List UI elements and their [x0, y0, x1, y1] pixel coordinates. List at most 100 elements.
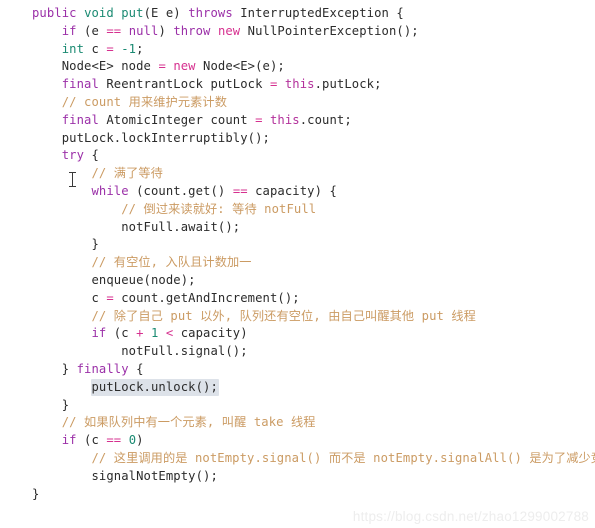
code-token: ) [136, 433, 144, 448]
code-token: { [84, 148, 99, 163]
code-token: final [61, 77, 99, 92]
code-token: throw [173, 23, 211, 38]
code-token: throws [188, 6, 233, 20]
code-token: ReentrantLock putLock [98, 77, 270, 92]
code-line[interactable]: // 满了等待 [0, 165, 595, 183]
code-token: } [32, 237, 99, 252]
code-token: ; [136, 41, 144, 56]
code-line[interactable]: } [0, 397, 595, 415]
code-line[interactable]: if (c + 1 < capacity) [0, 325, 595, 343]
code-token: Node<E> node [32, 59, 159, 74]
code-token: = [158, 59, 166, 74]
code-line[interactable]: // 这里调用的是 notEmpty.signal() 而不是 notEmpty… [0, 450, 595, 468]
code-token: this [270, 112, 300, 127]
code-token: if [61, 433, 77, 448]
code-token: -1 [121, 41, 137, 56]
code-token: InterruptedException { [232, 6, 404, 20]
code-line[interactable]: public void put(E e) throws InterruptedE… [0, 5, 595, 23]
code-token: null [128, 23, 159, 38]
code-token: if [91, 326, 107, 341]
code-token: count.getAndIncrement(); [113, 290, 300, 305]
code-line[interactable]: } [0, 236, 595, 254]
code-line[interactable]: // count 用来维护元素计数 [0, 94, 595, 112]
code-line[interactable]: if (e == null) throw new NullPointerExce… [0, 23, 595, 41]
watermark-text: https://blog.csdn.net/zhao1299002788 [352, 509, 589, 524]
code-line[interactable]: int c = -1; [0, 41, 595, 59]
code-line[interactable]: // 有空位, 入队且计数加一 [0, 254, 595, 272]
code-line[interactable]: // 除了自己 put 以外, 队列还有空位, 由自己叫醒其他 put 线程 [0, 308, 595, 326]
code-token: c [84, 41, 107, 56]
code-token: put [121, 6, 144, 20]
code-token: // 倒过来读就好: 等待 notFull [121, 201, 317, 216]
code-viewer[interactable]: public void put(E e) throws InterruptedE… [0, 0, 595, 528]
code-line[interactable]: } finally { [0, 361, 595, 379]
code-token: // 这里调用的是 notEmpty.signal() 而不是 notEmpty… [91, 450, 595, 465]
code-token: (E e) [143, 6, 189, 20]
code-token: while [91, 183, 129, 198]
code-line[interactable]: putLock.lockInterruptibly(); [0, 130, 595, 148]
code-token: == [106, 433, 122, 448]
code-line[interactable]: final AtomicInteger count = this.count; [0, 112, 595, 130]
code-line[interactable]: c = count.getAndIncrement(); [0, 290, 595, 308]
code-token: new [217, 23, 241, 38]
code-token: void [84, 6, 114, 20]
code-token: = [106, 41, 114, 56]
code-line[interactable]: // 如果队列中有一个元素, 叫醒 take 线程 [0, 414, 595, 432]
code-token: capacity) [173, 326, 248, 341]
code-token: (e [76, 23, 107, 38]
code-line[interactable]: Node<E> node = new Node<E>(e); [0, 58, 595, 76]
code-token: notFull.signal(); [32, 344, 248, 359]
code-line[interactable]: signalNotEmpty(); [0, 468, 595, 486]
code-token: enqueue(node); [32, 272, 196, 287]
code-token: notFull.await(); [32, 219, 241, 234]
code-line[interactable]: while (count.get() == capacity) { [0, 183, 595, 201]
code-line[interactable]: putLock.unlock(); [0, 378, 595, 397]
code-token: } [32, 486, 40, 501]
code-token: } [32, 361, 77, 376]
code-token: // 有空位, 入队且计数加一 [91, 255, 252, 270]
code-token: int [61, 41, 85, 56]
code-token: (c [106, 326, 137, 341]
code-token: .putLock; [314, 77, 382, 92]
code-token: if [61, 23, 77, 38]
code-token: ) [158, 23, 174, 38]
code-token: Node<E>(e); [195, 59, 285, 74]
code-line[interactable]: notFull.signal(); [0, 343, 595, 361]
code-token: new [173, 59, 196, 74]
code-line[interactable]: } [0, 486, 595, 504]
code-token: try [61, 148, 85, 163]
code-line[interactable]: try { [0, 147, 595, 165]
selected-code-fragment: putLock.unlock(); [90, 378, 219, 396]
code-line[interactable]: enqueue(node); [0, 272, 595, 290]
code-line[interactable]: if (c == 0) [0, 432, 595, 450]
code-line[interactable]: // 倒过来读就好: 等待 notFull [0, 201, 595, 219]
code-token: == [232, 183, 248, 198]
code-token: (count.get() [128, 183, 233, 198]
code-token: .count; [299, 112, 352, 127]
code-line[interactable]: final ReentrantLock putLock = this.putLo… [0, 76, 595, 94]
code-token: c [32, 290, 107, 305]
code-token: final [61, 112, 99, 127]
code-token: (c [76, 433, 107, 448]
code-token: { [128, 361, 144, 376]
code-token: = [106, 290, 114, 305]
code-token: capacity) { [247, 183, 337, 198]
code-line[interactable]: notFull.await(); [0, 219, 595, 237]
code-token: } [32, 397, 70, 412]
code-token: == [106, 23, 122, 38]
